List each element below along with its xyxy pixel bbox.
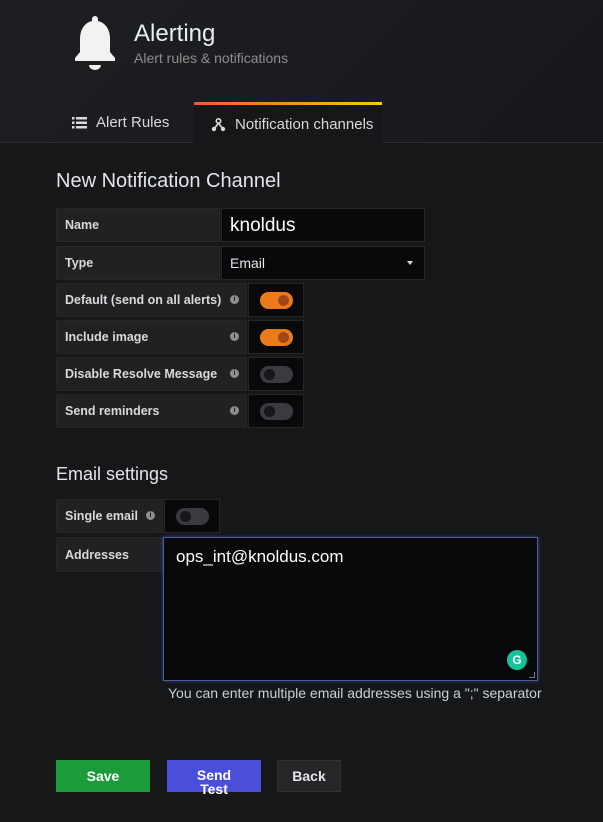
toggle-label: Include image (65, 330, 149, 344)
toggle-label: Send reminders (65, 404, 160, 418)
save-button[interactable]: Save (56, 760, 150, 792)
caret-down-icon (407, 261, 413, 265)
back-button[interactable]: Back (277, 760, 341, 792)
default-label: Default (send on all alerts) i (56, 283, 247, 317)
bell-icon (75, 16, 115, 70)
page-subtitle: Alert rules & notifications (134, 50, 289, 66)
type-select[interactable]: Email (221, 246, 425, 280)
send-test-line2: Test (200, 781, 228, 797)
info-icon[interactable]: i (230, 295, 239, 304)
toggle-switch[interactable] (260, 366, 293, 383)
name-value: knoldus (230, 215, 296, 236)
info-icon[interactable]: i (146, 511, 155, 520)
single-email-label: Single email i (56, 499, 163, 533)
toggle-switch[interactable] (260, 292, 293, 309)
toggle-label: Default (send on all alerts) (65, 293, 222, 307)
name-label: Name (56, 208, 220, 242)
form-title: New Notification Channel (56, 170, 281, 192)
type-value: Email (230, 255, 266, 271)
send-reminders-label: Send reminders i (56, 394, 247, 428)
tab-label: Notification channels (235, 116, 374, 133)
send-reminders-toggle[interactable] (248, 394, 304, 428)
addresses-value: ops_int@knoldus.com (176, 547, 344, 566)
resize-handle[interactable] (529, 672, 535, 678)
disable-resolve-toggle[interactable] (248, 357, 304, 391)
tab-alert-rules[interactable]: Alert Rules (56, 102, 185, 143)
info-icon[interactable]: i (230, 369, 239, 378)
include-image-label: Include image i (56, 320, 247, 354)
toggle-switch[interactable] (260, 329, 293, 346)
toggle-label: Single email (65, 509, 138, 523)
toggle-switch[interactable] (260, 403, 293, 420)
tab-label: Alert Rules (96, 114, 170, 131)
page-header: Alerting Alert rules & notifications Ale… (0, 0, 603, 144)
disable-resolve-label: Disable Resolve Message i (56, 357, 247, 391)
grammarly-icon[interactable]: G (507, 650, 527, 670)
info-icon[interactable]: i (230, 332, 239, 341)
include-image-toggle[interactable] (248, 320, 304, 354)
page-title: Alerting (134, 20, 216, 47)
default-toggle[interactable] (248, 283, 304, 317)
info-icon[interactable]: i (230, 406, 239, 415)
addresses-help: You can enter multiple email addresses u… (168, 685, 542, 701)
toggle-label: Disable Resolve Message (65, 367, 218, 381)
name-input[interactable]: knoldus (221, 208, 425, 242)
single-email-toggle[interactable] (164, 499, 220, 533)
addresses-label: Addresses (56, 537, 163, 572)
addresses-textarea[interactable]: ops_int@knoldus.com G (163, 537, 538, 681)
list-icon (72, 116, 87, 128)
webhook-icon (211, 117, 226, 131)
toggle-switch[interactable] (176, 508, 209, 525)
email-settings-title: Email settings (56, 464, 169, 484)
type-label: Type (56, 246, 220, 280)
send-test-button[interactable]: Send Test (167, 760, 261, 796)
tab-notification-channels[interactable]: Notification channels (194, 102, 382, 144)
